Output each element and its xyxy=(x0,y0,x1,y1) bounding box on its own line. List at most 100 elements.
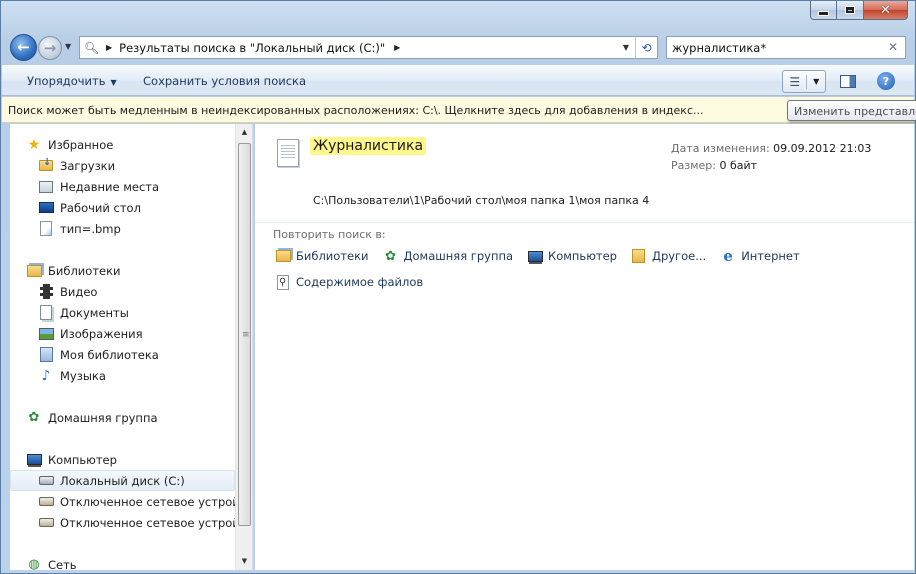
help-icon: ? xyxy=(882,74,890,88)
sidebar-item-images[interactable]: Изображения xyxy=(38,323,143,344)
sidebar-item-label: Музыка xyxy=(60,368,106,383)
video-icon xyxy=(38,284,54,300)
file-contents-search-icon xyxy=(275,274,291,290)
sidebar-item-local-disk[interactable]: Локальный диск (C:) xyxy=(10,470,235,491)
sidebar-item-favorites[interactable]: ★ Избранное xyxy=(26,134,114,155)
libraries-icon xyxy=(26,263,42,279)
sidebar-item-downloads[interactable]: Загрузки xyxy=(38,155,115,176)
modified-date-label: Дата изменения: xyxy=(671,142,770,155)
sidebar-item-music[interactable]: ♪ Музыка xyxy=(38,365,106,386)
divider xyxy=(255,222,914,223)
organize-label: Упорядочить xyxy=(27,74,106,88)
homegroup-icon: ✿ xyxy=(28,410,40,425)
scroll-down-icon[interactable]: ▼ xyxy=(236,553,252,570)
computer-icon xyxy=(26,452,42,468)
close-button[interactable]: ✕ xyxy=(864,1,908,20)
save-search-button[interactable]: Сохранить условия поиска xyxy=(143,74,306,88)
minimize-button[interactable] xyxy=(810,1,837,20)
sidebar-item-desktop[interactable]: Рабочий стол xyxy=(38,197,141,218)
sidebar-item-recent-places[interactable]: Недавние места xyxy=(38,176,159,197)
address-bar[interactable]: 🔍︎ ▶ Результаты поиска в "Локальный диск… xyxy=(79,36,658,59)
sidebar-item-my-library[interactable]: Моя библиотека xyxy=(38,344,159,365)
tooltip: Изменить представление xyxy=(787,100,916,121)
sidebar-item-homegroup[interactable]: ✿ Домашняя группа xyxy=(26,407,158,428)
sidebar-item-label: Сеть xyxy=(48,557,77,571)
navigation-pane: ★ Избранное Загрузки Недавние места Рабо… xyxy=(10,124,253,570)
sidebar-item-label: Библиотеки xyxy=(48,263,121,278)
search-file-contents-link[interactable]: Содержимое файлов xyxy=(275,274,423,290)
search-in-libraries-link[interactable]: Библиотеки xyxy=(275,248,369,264)
search-in-other-link[interactable]: Другое... xyxy=(631,248,706,264)
view-dropdown-icon[interactable]: ▼ xyxy=(807,77,825,86)
location-label: Интернет xyxy=(741,249,800,263)
sidebar-item-label: Избранное xyxy=(48,137,114,152)
search-in-computer-link[interactable]: Компьютер xyxy=(527,248,617,264)
info-bar-text: Поиск может быть медленным в неиндексиро… xyxy=(8,104,704,117)
location-label: Содержимое файлов xyxy=(296,275,424,289)
computer-icon xyxy=(527,248,543,264)
forward-arrow-icon: → xyxy=(43,38,57,57)
location-label: Библиотеки xyxy=(296,249,369,263)
sidebar-item-network[interactable]: ◍ Сеть xyxy=(26,554,77,571)
location-label: Домашняя группа xyxy=(403,249,514,263)
sidebar-item-video[interactable]: Видео xyxy=(38,281,97,302)
sidebar-item-label: Видео xyxy=(60,284,98,299)
sidebar-item-computer[interactable]: Компьютер xyxy=(26,449,117,470)
organize-button[interactable]: Упорядочить ▼ xyxy=(27,74,117,88)
recent-pages-dropdown[interactable]: ▼ xyxy=(65,42,71,51)
modified-date-value: 09.09.2012 21:03 xyxy=(773,142,872,155)
saved-search-icon xyxy=(38,221,54,237)
location-label: Другое... xyxy=(651,249,707,263)
desktop-icon xyxy=(38,200,54,216)
sidebar-item-network-drive[interactable]: Отключенное сетевое устройство xyxy=(38,491,253,512)
sidebar-item-saved-search[interactable]: тип=.bmp xyxy=(38,218,121,239)
images-icon xyxy=(38,326,54,342)
network-icon: ◍ xyxy=(28,557,40,570)
modified-date: Дата изменения: 09.09.2012 21:03 xyxy=(671,142,871,155)
result-file-path: C:\Пользователи\1\Рабочий стол\моя папка… xyxy=(313,194,650,207)
sidebar-item-label: Отключенное сетевое устройство xyxy=(60,494,253,509)
text-file-icon[interactable] xyxy=(277,139,299,167)
scroll-up-icon[interactable]: ▲ xyxy=(236,124,252,141)
breadcrumb-separator-icon[interactable]: ▶ xyxy=(106,43,112,52)
downloads-folder-icon xyxy=(38,157,54,174)
result-file-name[interactable]: Журналистика xyxy=(310,137,427,155)
internet-explorer-icon: e xyxy=(723,247,733,265)
search-query[interactable]: журналистика* xyxy=(672,41,766,55)
navigation-row: ← → ▼ 🔍︎ ▶ Результаты поиска в "Локальны… xyxy=(1,31,915,65)
sidebar-item-label: Моя библиотека xyxy=(60,347,159,362)
search-results-icon: 🔍︎ xyxy=(84,40,100,55)
sidebar-item-label: Компьютер xyxy=(48,452,117,467)
sidebar-item-network-drive[interactable]: Отключенное сетевое устройство xyxy=(38,512,253,533)
breadcrumb-chevron-icon[interactable]: ▶ xyxy=(394,43,400,52)
local-disk-icon xyxy=(38,473,54,489)
disconnected-network-drive-icon xyxy=(38,494,54,510)
preview-pane-button[interactable] xyxy=(840,75,856,88)
scrollbar-thumb[interactable]: ≡ xyxy=(238,143,251,526)
grip-icon: ≡ xyxy=(242,330,250,340)
help-button[interactable]: ? xyxy=(877,72,895,90)
change-view-button[interactable]: ☰ ▼ xyxy=(782,70,826,93)
navigation-scrollbar[interactable]: ▲ ≡ ▼ xyxy=(235,124,252,570)
search-input[interactable]: журналистика* ✕ xyxy=(666,36,906,59)
search-in-homegroup-link[interactable]: ✿ Домашняя группа xyxy=(383,248,514,264)
refresh-button[interactable]: ⟲ xyxy=(635,37,657,58)
index-info-bar[interactable]: Поиск может быть медленным в неиндексиро… xyxy=(2,97,914,123)
forward-button[interactable]: → xyxy=(38,36,62,60)
maximize-button[interactable] xyxy=(837,1,864,20)
back-button[interactable]: ← xyxy=(10,34,37,61)
breadcrumb-current[interactable]: Результаты поиска в "Локальный диск (C:)… xyxy=(119,41,385,55)
library-icon xyxy=(38,347,54,363)
maximize-icon xyxy=(845,6,855,14)
address-dropdown-button[interactable]: ▼ xyxy=(617,37,635,58)
explorer-window: ✕ ← → ▼ 🔍︎ ▶ Результаты поиска в "Локаль… xyxy=(0,0,916,574)
search-file-contents-row: Содержимое файлов xyxy=(275,274,437,290)
search-on-internet-link[interactable]: e Интернет xyxy=(720,247,800,265)
sidebar-item-libraries[interactable]: Библиотеки xyxy=(26,260,121,281)
disconnected-network-drive-icon xyxy=(38,515,54,531)
sidebar-item-documents[interactable]: Документы xyxy=(38,302,129,323)
sidebar-item-label: Отключенное сетевое устройство xyxy=(60,515,253,530)
sidebar-item-label: Рабочий стол xyxy=(60,200,141,215)
clear-search-icon[interactable]: ✕ xyxy=(888,40,898,54)
back-arrow-icon: ← xyxy=(17,38,30,56)
